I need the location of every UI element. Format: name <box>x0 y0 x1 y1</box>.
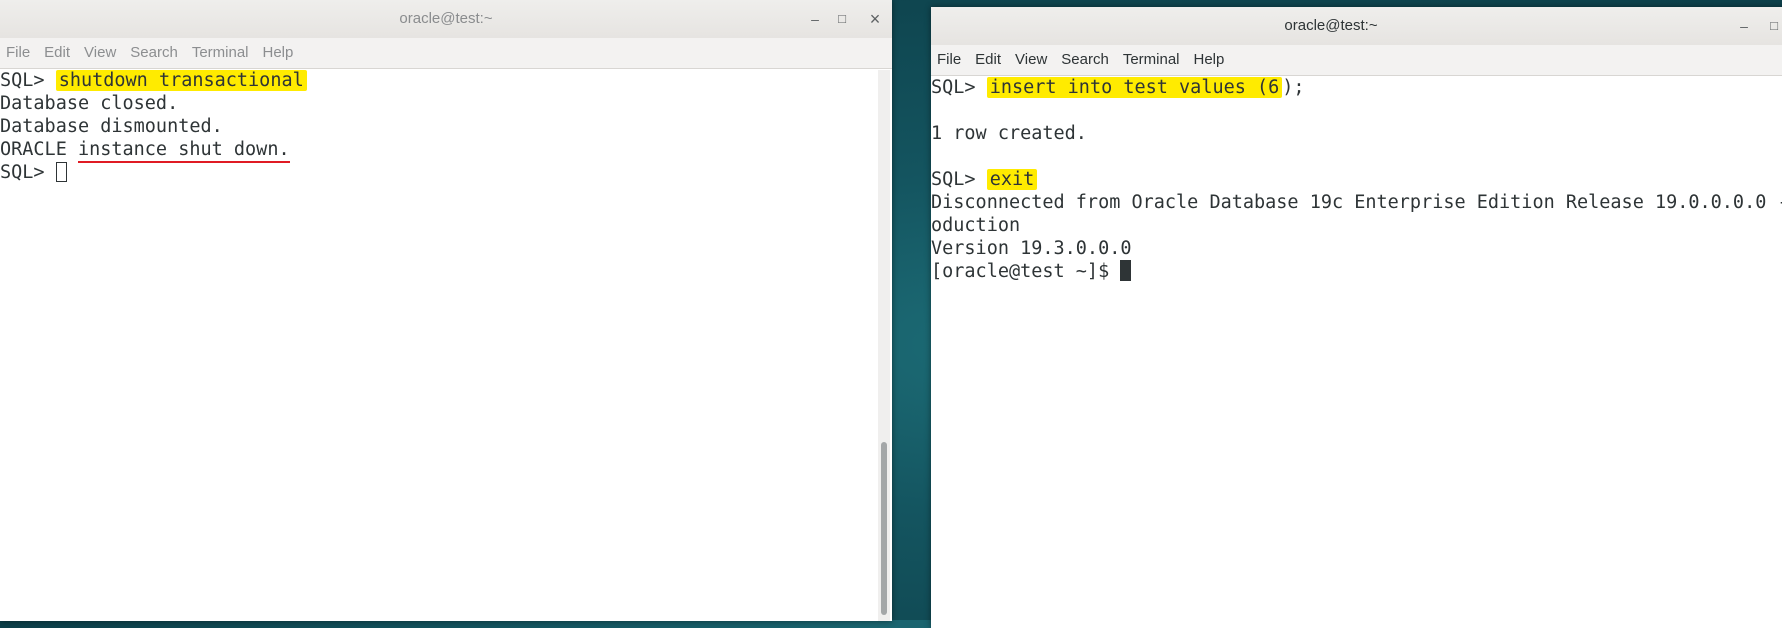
menu-terminal[interactable]: Terminal <box>1116 45 1187 75</box>
sql-prompt: SQL> <box>0 162 56 183</box>
terminal-line: SQL> insert into test values (6); <box>931 76 1782 99</box>
menu-search[interactable]: Search <box>123 38 185 68</box>
terminal-line: 1 row created. <box>931 123 1087 144</box>
terminal-line: oduction <box>931 215 1021 236</box>
menu-terminal[interactable]: Terminal <box>185 38 256 68</box>
highlighted-command: shutdown transactional <box>55 70 307 91</box>
terminal-window-right[interactable]: oracle@test:~ – □ File Edit View Search Term… <box>931 7 1782 628</box>
highlighted-command: exit <box>986 169 1038 190</box>
output-text: ORACLE <box>0 139 78 160</box>
minimize-button[interactable]: – <box>1735 17 1753 35</box>
terminal-output[interactable]: SQL> shutdown transactional Database clo… <box>0 69 892 621</box>
close-button[interactable]: × <box>866 10 884 28</box>
text-cursor <box>55 162 67 182</box>
underlined-text: instance shut down. <box>77 139 290 163</box>
minimize-button[interactable]: – <box>806 10 824 28</box>
title-bar[interactable]: oracle@test:~ – □ <box>931 7 1782 46</box>
menu-view[interactable]: View <box>77 38 123 68</box>
menu-help[interactable]: Help <box>1187 45 1232 75</box>
terminal-line: ORACLE instance shut down. <box>0 138 892 163</box>
maximize-button[interactable]: □ <box>833 10 851 28</box>
menu-bar: File Edit View Search Terminal Help <box>931 45 1782 76</box>
terminal-line: SQL> <box>0 161 892 184</box>
scrollbar-thumb[interactable] <box>881 442 887 615</box>
terminal-window-left[interactable]: oracle@test:~ – □ × File Edit View Search Te… <box>0 0 892 621</box>
menu-file[interactable]: File <box>931 45 968 75</box>
menu-help[interactable]: Help <box>256 38 301 68</box>
window-title: oracle@test:~ <box>1284 17 1378 34</box>
terminal-line: [oracle@test ~]$ <box>931 260 1782 283</box>
window-title: oracle@test:~ <box>399 10 493 27</box>
terminal-line: SQL> shutdown transactional <box>0 69 892 92</box>
sql-prompt: SQL> <box>931 77 987 98</box>
maximize-button[interactable]: □ <box>1765 17 1782 35</box>
title-bar[interactable]: oracle@test:~ – □ × <box>0 0 892 39</box>
terminal-line: Database closed. <box>0 93 179 114</box>
text-cursor <box>1120 260 1132 281</box>
sql-prompt: SQL> <box>0 70 56 91</box>
terminal-output[interactable]: SQL> insert into test values (6); 1 row … <box>931 76 1782 628</box>
terminal-line: SQL> exit <box>931 168 1782 191</box>
menu-view[interactable]: View <box>1008 45 1054 75</box>
scrollbar[interactable] <box>878 70 890 621</box>
highlighted-command: insert into test values (6 <box>986 77 1283 98</box>
terminal-line: Database dismounted. <box>0 116 223 137</box>
sql-prompt: SQL> <box>931 169 987 190</box>
terminal-line: Disconnected from Oracle Database 19c En… <box>931 192 1782 213</box>
menu-edit[interactable]: Edit <box>968 45 1008 75</box>
shell-prompt: [oracle@test ~]$ <box>931 261 1121 282</box>
menu-file[interactable]: File <box>0 38 37 68</box>
terminal-line: Version 19.3.0.0.0 <box>931 238 1132 259</box>
command-text: ); <box>1282 77 1305 98</box>
menu-edit[interactable]: Edit <box>37 38 77 68</box>
menu-search[interactable]: Search <box>1054 45 1116 75</box>
menu-bar: File Edit View Search Terminal Help <box>0 38 892 69</box>
